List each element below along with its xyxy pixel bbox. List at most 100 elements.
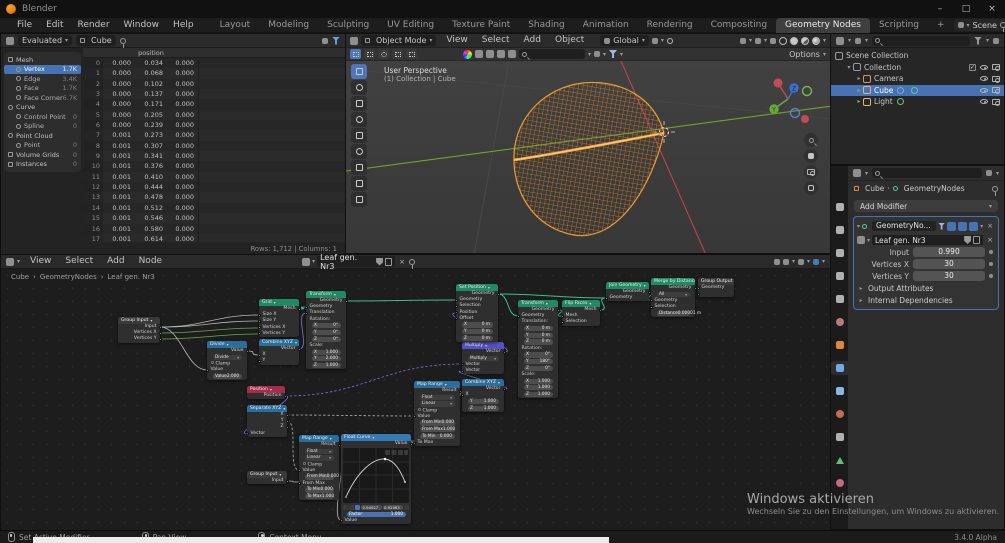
delete-point-icon[interactable] [404, 504, 409, 510]
outliner-row-camera[interactable]: ▸ Camera [831, 73, 1004, 85]
properties-tab-world[interactable] [831, 315, 848, 329]
pin-icon[interactable] [408, 258, 415, 269]
table-row[interactable]: 9 0.001 0.341 0.000 [83, 151, 345, 162]
collapse-icon[interactable]: ▾ [227, 341, 229, 348]
Size X-socket[interactable] [257, 313, 261, 317]
node-header[interactable]: ▾ Combine XYZ [259, 339, 299, 346]
factor-slider[interactable]: Factor 1.000 [346, 511, 406, 517]
field-x[interactable]: X 0° [311, 323, 341, 329]
collapse-icon[interactable]: ▾ [445, 381, 447, 388]
node-menu-node[interactable]: Node [132, 254, 170, 269]
modifier-close-icon[interactable]: × [985, 222, 995, 230]
table-row[interactable]: 16 0.001 0.580 0.000 [83, 223, 345, 234]
field-z[interactable]: Z 1.000 [311, 362, 341, 369]
menu-file[interactable]: File [10, 18, 39, 33]
properties-search-input[interactable] [872, 168, 982, 178]
field-y[interactable]: Y 0 m [523, 332, 553, 338]
field-to-min[interactable]: To Min 0.000 [419, 433, 455, 439]
domain-item-control-point[interactable]: Control Point 0 [4, 112, 81, 122]
expander-icon[interactable]: ▸ [855, 75, 863, 82]
select-mode-paint-icon[interactable] [406, 49, 417, 59]
dropdown-linear[interactable]: Linear ▾ [304, 455, 334, 461]
collapse-icon[interactable]: ▾ [283, 405, 285, 412]
node-combine-xyz-2[interactable]: ▾ Combine XYZ Vector X Y 1.000 Z 1.000 [460, 379, 506, 412]
select-mode-tweak-icon[interactable] [350, 49, 361, 59]
table-row[interactable]: 13 0.001 0.478 0.000 [83, 192, 345, 203]
selection-filter-icon[interactable] [322, 37, 328, 44]
Selection-socket[interactable] [454, 304, 458, 308]
node-header[interactable]: ▾ Transform [306, 291, 346, 298]
maximize-button[interactable]: □ [953, 0, 979, 18]
field-y[interactable]: Y 1.000 [523, 385, 553, 391]
Geometry-socket[interactable] [604, 296, 608, 300]
viewport-menu-object[interactable]: Object [548, 33, 591, 48]
shading-rendered-icon[interactable] [811, 36, 820, 45]
Geometry-socket[interactable] [454, 298, 458, 302]
fake-user-shield-icon[interactable] [376, 257, 384, 266]
pin-icon[interactable] [119, 37, 126, 48]
viewport-menu-select[interactable]: Select [475, 33, 517, 48]
snap-magnet-icon[interactable] [651, 37, 658, 44]
point-x-value[interactable]: 0.94027 [361, 504, 382, 510]
domain-group-instances[interactable]: Instances 0 [4, 160, 81, 170]
node-set-position[interactable]: ▾ Set Position Geometry Geometry Selection Po… [454, 284, 500, 342]
domain-item-face-corner[interactable]: Face Corner 6.7K [4, 93, 81, 103]
domain-group-mesh[interactable]: Mesh [4, 55, 81, 65]
field-x[interactable]: X 1.000 [523, 378, 553, 384]
Vertices X-socket[interactable] [158, 331, 162, 335]
field-z[interactable]: Z 0° [523, 365, 553, 371]
Geometry-socket[interactable] [304, 305, 308, 309]
Z-socket[interactable] [285, 425, 289, 429]
color-wheel-icon[interactable] [463, 49, 472, 59]
Geometry-socket[interactable] [696, 286, 700, 290]
scene-selector[interactable]: ▾ Scene × [953, 19, 1005, 32]
outliner-search-input[interactable] [872, 35, 970, 46]
subpanel-output-attributes[interactable]: ▸ Output Attributes [857, 283, 995, 294]
collapse-icon[interactable]: ▾ [498, 379, 500, 386]
point-y-value[interactable]: 0.92963 [382, 504, 403, 510]
Selection-socket[interactable] [560, 320, 564, 324]
workspace-tab-compositing[interactable]: Compositing [702, 18, 776, 33]
Vector-socket[interactable] [460, 369, 464, 373]
expand-icon[interactable]: ▾ [857, 223, 860, 230]
field-y[interactable]: Y 2.000 [311, 356, 341, 362]
breadcrumb-object[interactable]: Cube [865, 184, 884, 193]
add-workspace-button[interactable]: + [928, 18, 954, 33]
node-header[interactable]: ▾ Combine XYZ [462, 379, 504, 386]
field-y[interactable]: Y 0 m [461, 329, 493, 335]
expander-icon[interactable]: ▸ [855, 98, 863, 105]
collapse-icon[interactable]: ▾ [295, 339, 297, 346]
Y-socket[interactable] [285, 419, 289, 423]
hide-eye-icon[interactable] [980, 64, 988, 70]
node-flip-faces[interactable]: ▾ Flip Faces Mesh Mesh Selection [560, 300, 602, 326]
domain-group-volume-grids[interactable]: Volume Grids 0 [4, 150, 81, 160]
field-z[interactable]: Z 1.000 [467, 405, 499, 411]
options-dropdown[interactable]: Options [789, 50, 820, 59]
properties-tab-physics[interactable] [831, 407, 848, 421]
tool-ann-button[interactable] [351, 160, 367, 175]
dropdown-divide[interactable]: Divide ▾ [212, 354, 242, 360]
field-y[interactable]: Y 1.000 [467, 398, 499, 405]
field-distance[interactable]: Distance 0.00001 m [656, 310, 701, 316]
domain-item-edge[interactable]: Edge 3.4K [4, 74, 81, 84]
node-header[interactable]: ▾ Float Curve [341, 434, 411, 441]
navigation-gizmo[interactable]: Z Y [764, 75, 816, 127]
checkbox-icon[interactable] [302, 461, 306, 466]
viewport-menu-add[interactable]: Add [517, 33, 548, 48]
menu-help[interactable]: Help [166, 18, 201, 33]
collapse-icon[interactable]: ▾ [279, 471, 281, 478]
Size Y-socket[interactable] [257, 319, 261, 323]
field-x[interactable]: X 0° [523, 352, 553, 358]
Selection-socket[interactable] [649, 305, 653, 309]
viewport-canvas[interactable]: User Perspective (1) Collection | Cube Z… [346, 61, 830, 253]
collapse-icon[interactable]: ▾ [270, 386, 272, 393]
properties-editor-icon[interactable] [853, 169, 861, 177]
table-row[interactable]: 5 0.000 0.205 0.000 [83, 109, 345, 121]
X-socket[interactable] [257, 353, 261, 357]
workspace-tab-animation[interactable]: Animation [574, 18, 638, 33]
parent-tree-icon[interactable] [773, 258, 780, 265]
select-mode-box-icon[interactable] [364, 49, 375, 59]
orientation-dropdown[interactable]: Global ▾ [600, 35, 649, 46]
outliner-row-cube[interactable]: ▸ Cube [831, 84, 1004, 96]
field-value[interactable]: 30 [913, 271, 985, 281]
